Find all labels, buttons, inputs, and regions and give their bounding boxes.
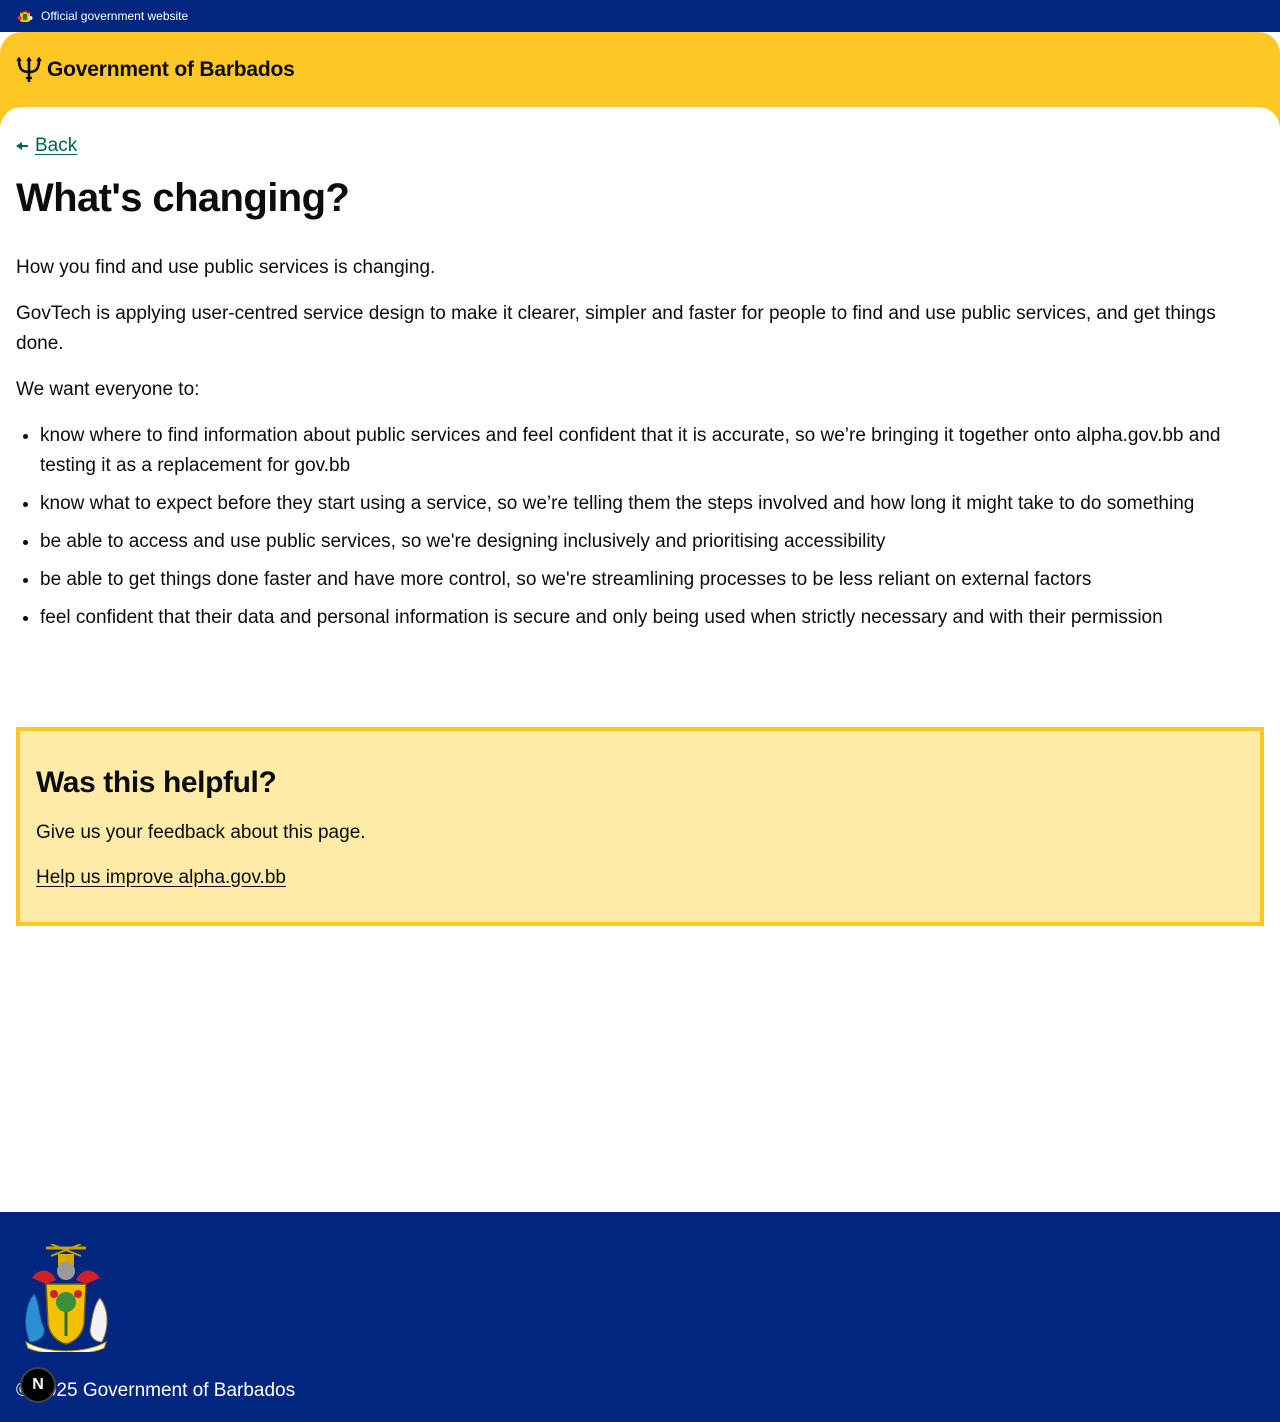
site-brand-title[interactable]: Government of Barbados — [47, 57, 295, 83]
list-item: be able to get things done faster and ha… — [40, 565, 1256, 595]
feedback-panel: Was this helpful? Give us your feedback … — [16, 727, 1264, 926]
feedback-text: Give us your feedback about this page. — [36, 822, 366, 843]
intro-paragraph: How you find and use public services is … — [16, 257, 436, 278]
copyright-text: © 2025 Government of Barbados — [16, 1380, 296, 1401]
official-banner: Official government website — [0, 0, 1280, 32]
coat-of-arms-icon — [17, 10, 33, 22]
list-lead-paragraph: We want everyone to: — [16, 379, 200, 400]
list-item: feel confident that their data and perso… — [40, 603, 1256, 633]
goals-list: know where to find information about pub… — [16, 421, 1256, 633]
govtech-paragraph: GovTech is applying user-centred service… — [16, 303, 1216, 354]
coat-of-arms-icon — [25, 1244, 108, 1352]
main-content: Back What's changing? How you find and u… — [0, 107, 1280, 1212]
site-footer: © 2025 Government of Barbados — [0, 1212, 1280, 1422]
list-item: be able to access and use public service… — [40, 527, 1256, 557]
official-website-label: Official government website — [41, 9, 189, 23]
back-link[interactable]: Back — [16, 134, 77, 158]
page-title: What's changing? — [16, 176, 350, 220]
trident-icon — [16, 57, 42, 82]
arrow-left-icon — [16, 142, 28, 150]
list-item: know where to find information about pub… — [40, 421, 1256, 481]
page-body: How you find and use public services is … — [16, 253, 1256, 641]
dev-tools-badge[interactable]: N — [20, 1367, 56, 1403]
back-link-label: Back — [35, 135, 78, 156]
list-item: know what to expect before they start us… — [40, 489, 1256, 519]
feedback-heading: Was this helpful? — [36, 766, 277, 799]
feedback-link[interactable]: Help us improve alpha.gov.bb — [36, 865, 286, 891]
